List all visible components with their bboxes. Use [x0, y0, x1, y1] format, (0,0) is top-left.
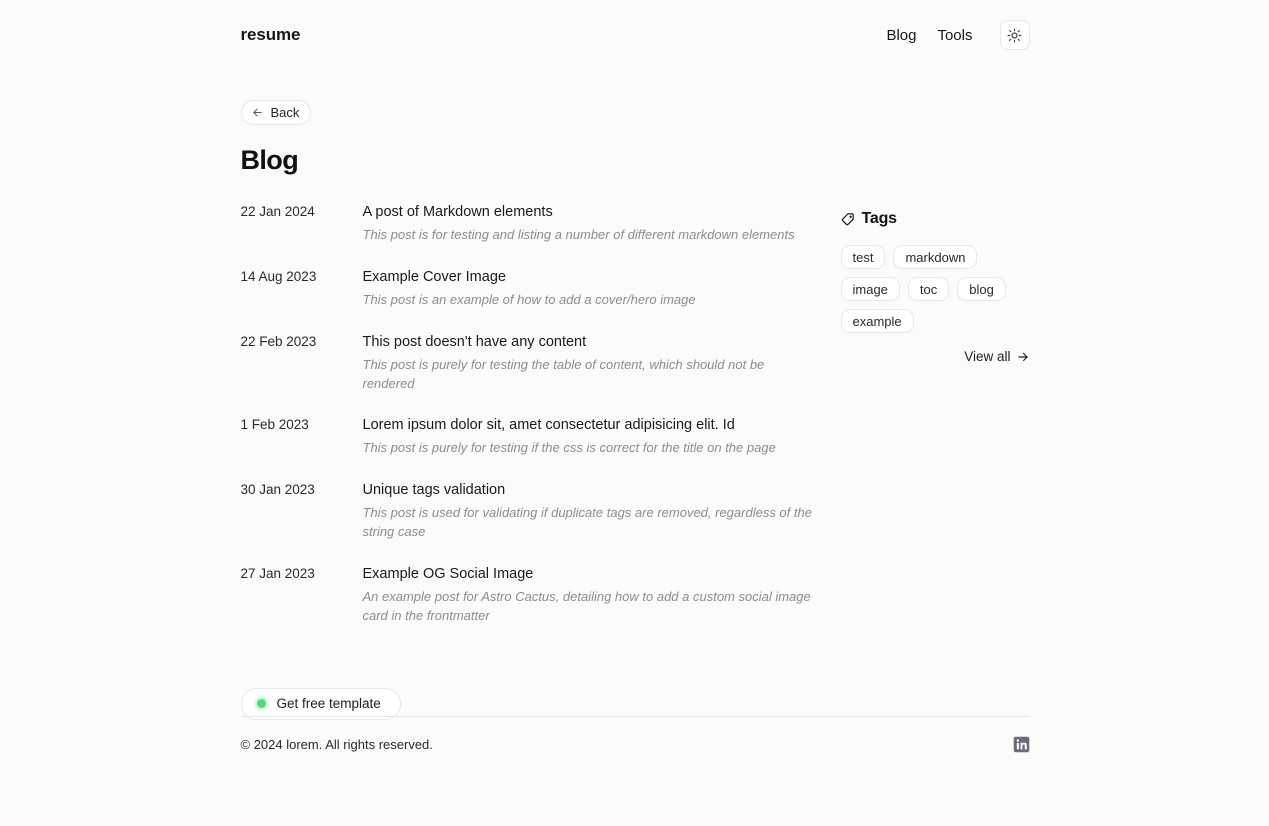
post-title-link[interactable]: Lorem ipsum dolor sit, amet consectetur …	[363, 415, 841, 436]
post-date: 27 Jan 2023	[240, 565, 315, 581]
arrow-left-icon	[251, 106, 264, 119]
tag-chip[interactable]: image	[840, 277, 900, 301]
tags-icon	[841, 212, 854, 225]
linkedin-link[interactable]	[1013, 736, 1030, 753]
main-content: 22 Jan 2024 A post of Markdown elements …	[241, 202, 1030, 626]
status-dot-icon	[256, 699, 266, 709]
post-body: Example OG Social Image An example post …	[363, 564, 841, 626]
post-date: 14 Aug 2023	[240, 268, 317, 284]
view-all-label: View all	[964, 349, 1011, 364]
post-description: This post is for testing and listing a n…	[362, 227, 795, 243]
post-body: Example Cover Image This post is an exam…	[363, 267, 841, 310]
footer-content: © 2024 lorem. All rights reserved.	[241, 717, 1030, 753]
post-title-link[interactable]: Example OG Social Image	[363, 564, 841, 585]
back-row: Back	[240, 100, 1030, 125]
post-body: A post of Markdown elements This post is…	[363, 202, 841, 245]
post-list-item: 27 Jan 2023 Example OG Social Image An e…	[241, 564, 841, 626]
get-free-template-label: Get free template	[276, 696, 381, 712]
post-body: Lorem ipsum dolor sit, amet consectetur …	[363, 415, 841, 458]
site-header: resume Blog Tools	[241, 0, 1030, 62]
copyright-text: © 2024 lorem. All rights reserved.	[240, 737, 433, 752]
post-date: 22 Jan 2024	[240, 204, 315, 219]
tags-heading-label: Tags	[861, 210, 898, 227]
post-description: This post is an example of how to add a …	[362, 291, 696, 307]
view-all-tags-link[interactable]: View all	[964, 349, 1029, 364]
post-body: Unique tags validation This post is used…	[363, 480, 841, 542]
site-footer: © 2024 lorem. All rights reserved.	[0, 716, 1269, 753]
post-list: 22 Jan 2024 A post of Markdown elements …	[241, 202, 841, 626]
post-title-link[interactable]: Example Cover Image	[363, 267, 841, 288]
tag-chip[interactable]: markdown	[893, 245, 978, 269]
post-list-item: 14 Aug 2023 Example Cover Image This pos…	[241, 267, 841, 310]
post-list-item: 22 Jan 2024 A post of Markdown elements …	[241, 202, 841, 245]
post-title-link[interactable]: Unique tags validation	[363, 480, 841, 501]
page-title: Blog	[240, 145, 299, 175]
sun-icon	[1007, 28, 1022, 42]
post-date: 22 Feb 2023	[240, 333, 317, 349]
page-root: resume Blog Tools Back Blog 22 Jan 2024 …	[0, 0, 1269, 826]
post-description: This post is purely for testing the tabl…	[362, 356, 765, 391]
post-title-link[interactable]: This post doesn't have any content	[363, 332, 841, 353]
theme-toggle-button[interactable]	[999, 20, 1030, 50]
tag-chip[interactable]: blog	[957, 277, 1006, 301]
post-list-item: 1 Feb 2023 Lorem ipsum dolor sit, amet c…	[241, 415, 841, 458]
page-container: resume Blog Tools Back Blog 22 Jan 2024 …	[240, 0, 1030, 720]
site-brand[interactable]: resume	[241, 25, 301, 45]
tags-heading: Tags	[841, 210, 1031, 228]
cta-row: Get free template	[240, 687, 1030, 720]
primary-nav: Blog Tools	[886, 20, 1030, 50]
post-list-item: 30 Jan 2023 Unique tags validation This …	[241, 480, 841, 542]
get-free-template-button[interactable]: Get free template	[240, 687, 401, 720]
back-button-label: Back	[270, 105, 300, 120]
post-body: This post doesn't have any content This …	[363, 332, 841, 394]
nav-link-blog[interactable]: Blog	[886, 27, 916, 44]
post-description: This post is used for validating if dupl…	[362, 505, 812, 540]
tag-chip[interactable]: example	[840, 309, 914, 333]
nav-link-tools[interactable]: Tools	[937, 27, 972, 44]
tag-list: test markdown image toc blog example	[840, 245, 1031, 333]
post-description: An example post for Astro Cactus, detail…	[362, 589, 811, 623]
tag-chip[interactable]: toc	[907, 277, 950, 301]
back-button[interactable]: Back	[240, 100, 312, 125]
post-list-item: 22 Feb 2023 This post doesn't have any c…	[241, 332, 841, 394]
tag-chip[interactable]: test	[840, 245, 886, 269]
linkedin-icon	[1013, 736, 1029, 753]
post-title-link[interactable]: A post of Markdown elements	[363, 202, 841, 223]
arrow-right-icon	[1017, 352, 1028, 361]
view-all-row: View all	[841, 349, 1031, 364]
tags-sidebar: Tags test markdown image toc blog exampl…	[840, 202, 1031, 364]
footer-inner: © 2024 lorem. All rights reserved.	[240, 716, 1030, 753]
post-date: 1 Feb 2023	[240, 417, 309, 433]
post-description: This post is purely for testing if the c…	[362, 440, 776, 456]
post-date: 30 Jan 2023	[240, 482, 315, 498]
